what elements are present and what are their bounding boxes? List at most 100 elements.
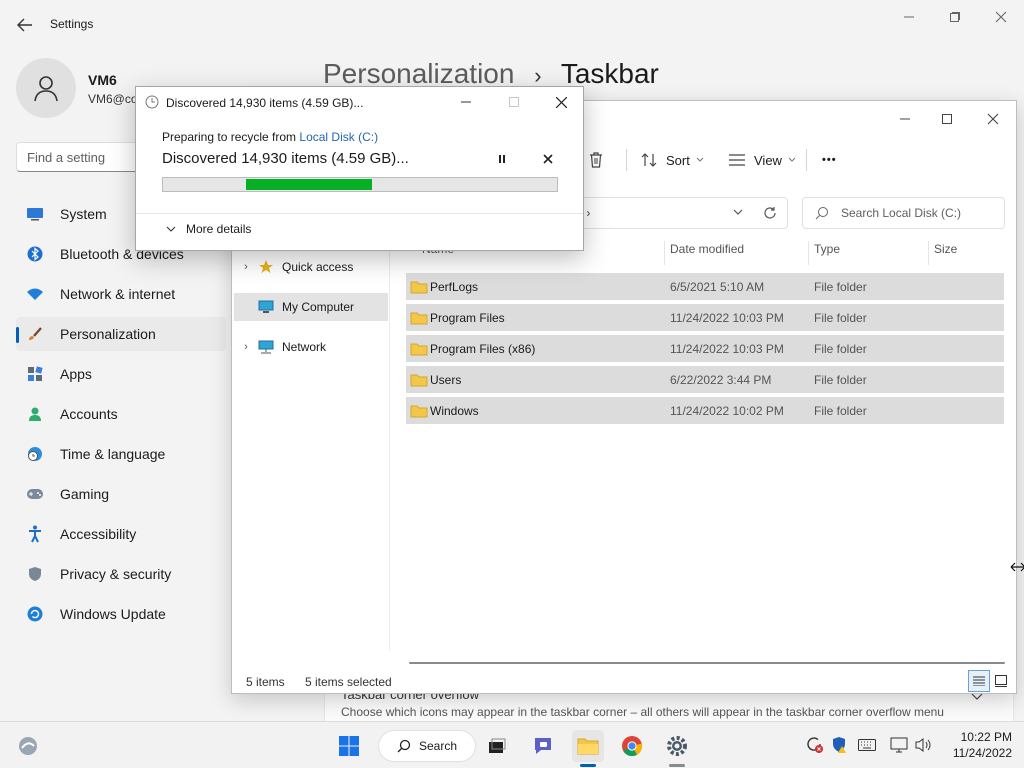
monitor-icon xyxy=(26,205,44,223)
delete-button[interactable] xyxy=(588,145,604,175)
dialog-close-button[interactable] xyxy=(541,90,581,114)
nav-label: Time & language xyxy=(60,446,166,462)
column-divider xyxy=(808,241,809,265)
settings-restore-button[interactable] xyxy=(940,5,970,29)
taskbar: Search 10:22 PM 11/24/2022 xyxy=(0,721,1024,768)
tree-item-my-computer[interactable]: My Computer xyxy=(234,293,388,321)
chrome-icon[interactable] xyxy=(616,730,648,762)
more-details-button[interactable]: More details xyxy=(166,222,251,236)
taskbar-clock[interactable]: 10:22 PM 11/24/2022 xyxy=(924,729,1012,761)
clock-icon xyxy=(145,95,159,109)
nav-item-gaming[interactable]: Gaming xyxy=(16,477,226,511)
keyboard-icon[interactable] xyxy=(856,734,878,756)
file-explorer-taskbar-icon[interactable] xyxy=(572,730,604,762)
widgets-icon[interactable] xyxy=(12,730,44,762)
column-header-size[interactable]: Size xyxy=(934,242,957,256)
nav-item-network[interactable]: Network & internet xyxy=(16,277,226,311)
file-row[interactable]: PerfLogs 6/5/2021 5:10 AM File folder xyxy=(406,273,1004,300)
toolbar-separator xyxy=(806,149,807,171)
trash-icon xyxy=(590,152,602,168)
address-bar[interactable]: ) › xyxy=(572,197,788,229)
find-setting-input[interactable]: Find a setting xyxy=(16,142,146,172)
file-row[interactable]: Program Files 11/24/2022 10:03 PM File f… xyxy=(406,304,1004,331)
chevron-right-icon[interactable]: › xyxy=(234,261,258,273)
taskbar-search-button[interactable]: Search xyxy=(378,730,476,762)
search-icon xyxy=(815,207,828,220)
folder-icon xyxy=(410,279,428,294)
large-icons-view-button[interactable] xyxy=(990,670,1012,692)
view-button[interactable]: View xyxy=(728,145,796,175)
explorer-close-button[interactable] xyxy=(970,105,1016,133)
file-row[interactable]: Program Files (x86) 11/24/2022 10:03 PM … xyxy=(406,335,1004,362)
nav-item-apps[interactable]: Apps xyxy=(16,357,226,391)
clock-time: 10:22 PM xyxy=(960,730,1012,744)
column-header-date[interactable]: Date modified xyxy=(670,242,744,256)
pause-button[interactable] xyxy=(496,153,508,165)
folder-icon xyxy=(410,310,428,325)
user-avatar[interactable] xyxy=(16,58,76,118)
status-selected-count: 5 items selected xyxy=(305,675,392,689)
breadcrumb-parent[interactable]: Personalization xyxy=(323,58,514,89)
settings-title: Settings xyxy=(50,17,94,31)
nav-label: Network & internet xyxy=(60,286,176,302)
address-dropdown-icon[interactable] xyxy=(733,209,743,216)
details-view-button[interactable] xyxy=(968,670,990,692)
teams-chat-icon[interactable] xyxy=(527,730,559,762)
file-row[interactable]: Users 6/22/2022 3:44 PM File folder xyxy=(406,366,1004,393)
back-arrow-icon[interactable] xyxy=(14,14,36,36)
refresh-icon[interactable] xyxy=(763,206,777,220)
accessibility-icon xyxy=(26,525,44,543)
overflow-description: Choose which icons may appear in the tas… xyxy=(341,705,944,719)
file-row[interactable]: Windows 11/24/2022 10:02 PM File folder xyxy=(406,397,1004,424)
progress-bar-fill xyxy=(245,179,372,190)
task-view-icon[interactable] xyxy=(481,730,513,762)
tiles-view-icon xyxy=(995,675,1007,687)
wifi-icon xyxy=(26,285,44,303)
person-icon xyxy=(34,76,58,102)
more-options-button[interactable]: ••• xyxy=(822,145,837,175)
close-icon xyxy=(543,154,553,164)
settings-minimize-button[interactable] xyxy=(894,5,924,29)
shield-icon xyxy=(26,565,44,583)
sync-error-icon[interactable] xyxy=(804,734,826,756)
folder-icon xyxy=(410,403,428,418)
horizontal-scrollbar[interactable] xyxy=(409,662,1005,664)
settings-close-button[interactable] xyxy=(986,5,1016,29)
settings-gear-icon[interactable] xyxy=(661,730,693,762)
source-link[interactable]: Local Disk (C:) xyxy=(299,130,378,144)
user-name: VM6 xyxy=(88,72,117,88)
nav-item-privacy[interactable]: Privacy & security xyxy=(16,557,226,591)
sort-button[interactable]: Sort xyxy=(640,145,704,175)
start-button[interactable] xyxy=(333,730,365,762)
column-header-type[interactable]: Type xyxy=(814,242,840,256)
nav-item-time-language[interactable]: Time & language xyxy=(16,437,226,471)
nav-item-accounts[interactable]: Accounts xyxy=(16,397,226,431)
tree-item-quick-access[interactable]: › Quick access xyxy=(234,253,388,281)
computer-icon xyxy=(258,299,276,315)
bluetooth-icon xyxy=(26,245,44,263)
cancel-operation-button[interactable] xyxy=(542,153,554,165)
dialog-divider xyxy=(136,213,583,214)
gamepad-icon xyxy=(26,485,44,503)
explorer-search-input[interactable]: Search Local Disk (C:) xyxy=(802,197,1005,229)
user-email: VM6@co xyxy=(88,92,138,106)
security-warning-icon[interactable] xyxy=(828,734,850,756)
dialog-minimize-button[interactable] xyxy=(446,90,486,114)
chevron-down-icon[interactable] xyxy=(971,693,983,701)
clock-date: 11/24/2022 xyxy=(952,746,1012,760)
nav-item-accessibility[interactable]: Accessibility xyxy=(16,517,226,551)
windows-logo-icon xyxy=(339,736,359,756)
update-icon xyxy=(26,605,44,623)
pen-display-icon[interactable] xyxy=(888,734,910,756)
tree-item-network[interactable]: › Network xyxy=(234,333,388,361)
explorer-minimize-button[interactable] xyxy=(882,105,928,133)
chevron-right-icon[interactable]: › xyxy=(234,341,258,353)
nav-item-personalization[interactable]: Personalization xyxy=(16,317,226,351)
nav-item-windows-update[interactable]: Windows Update xyxy=(16,597,226,631)
pane-divider[interactable] xyxy=(389,231,390,651)
globe-clock-icon xyxy=(26,445,44,463)
search-icon xyxy=(397,739,411,753)
star-icon xyxy=(258,259,276,275)
explorer-maximize-button[interactable] xyxy=(924,105,970,133)
brush-icon xyxy=(26,325,44,343)
